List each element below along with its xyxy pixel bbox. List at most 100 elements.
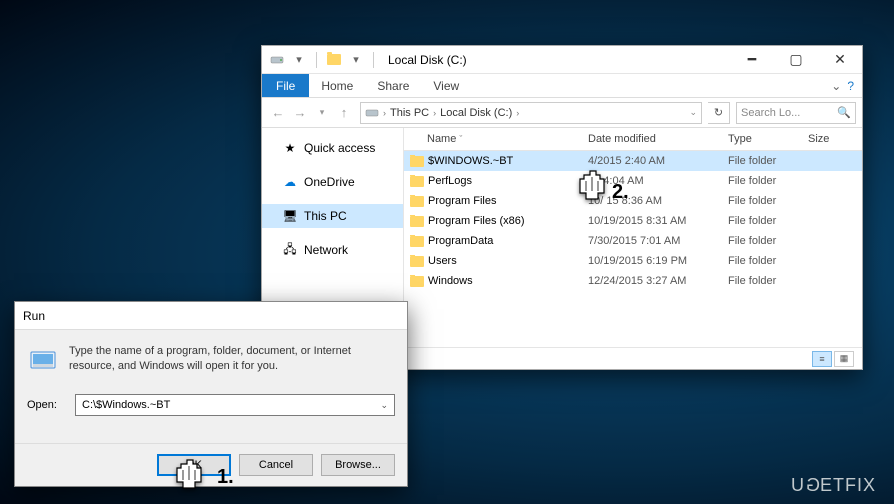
tab-view[interactable]: View bbox=[421, 74, 471, 97]
file-date: 10/19/2015 8:31 AM bbox=[582, 215, 722, 227]
details-view-button[interactable]: ≡ bbox=[812, 351, 832, 367]
properties-icon[interactable]: ▾ bbox=[290, 51, 308, 69]
run-body: Type the name of a program, folder, docu… bbox=[15, 330, 407, 443]
open-input-value: C:\$Windows.~BT bbox=[82, 399, 170, 411]
close-button[interactable]: ✕ bbox=[818, 46, 862, 74]
icons-view-button[interactable]: ▦ bbox=[834, 351, 854, 367]
search-input[interactable]: Search Lo...🔍 bbox=[736, 102, 856, 124]
back-button[interactable]: ← bbox=[268, 103, 288, 123]
breadcrumb-segment[interactable]: Local Disk (C:) bbox=[440, 107, 512, 119]
divider bbox=[373, 52, 374, 68]
breadcrumb-segment[interactable]: This PC bbox=[390, 107, 429, 119]
history-dropdown[interactable]: ▾ bbox=[312, 103, 332, 123]
file-rows: $WINDOWS.~BT 4/2015 2:40 AM File folder … bbox=[404, 151, 862, 291]
folder-icon bbox=[410, 256, 424, 267]
run-description: Type the name of a program, folder, docu… bbox=[69, 344, 395, 374]
folder-icon bbox=[410, 216, 424, 227]
dropdown-icon[interactable]: ⌄ bbox=[380, 400, 388, 411]
table-row[interactable]: Users 10/19/2015 6:19 PM File folder bbox=[404, 251, 862, 271]
minimize-button[interactable]: ━ bbox=[730, 46, 774, 74]
column-headers: Nameˇ Date modified Type Size bbox=[404, 128, 862, 151]
column-name[interactable]: Nameˇ bbox=[404, 131, 582, 147]
sidebar-item-onedrive[interactable]: ☁OneDrive bbox=[262, 170, 403, 194]
run-title-label: Run bbox=[23, 309, 45, 323]
cloud-icon: ☁ bbox=[282, 174, 298, 190]
open-label: Open: bbox=[27, 399, 67, 411]
address-dropdown[interactable]: ⌄ bbox=[689, 107, 697, 118]
maximize-button[interactable]: ▢ bbox=[774, 46, 818, 74]
titlebar: ▾ ▾ Local Disk (C:) ━ ▢ ✕ bbox=[262, 46, 862, 74]
table-row[interactable]: ProgramData 7/30/2015 7:01 AM File folde… bbox=[404, 231, 862, 251]
address-bar[interactable]: › This PC › Local Disk (C:) › ⌄ bbox=[360, 102, 702, 124]
sidebar-item-quick-access[interactable]: ★Quick access bbox=[262, 136, 403, 160]
refresh-button[interactable]: ↻ bbox=[708, 102, 730, 124]
nav-arrows: ← → ▾ ↑ bbox=[268, 103, 354, 123]
file-date: 4/2015 2:40 AM bbox=[582, 155, 722, 167]
column-type[interactable]: Type bbox=[722, 131, 802, 147]
file-list: Nameˇ Date modified Type Size $WINDOWS.~… bbox=[404, 128, 862, 347]
sidebar-label: This PC bbox=[304, 209, 347, 223]
file-name: Program Files (x86) bbox=[428, 215, 525, 227]
forward-button[interactable]: → bbox=[290, 103, 310, 123]
ok-button[interactable]: OK bbox=[157, 454, 231, 476]
table-row[interactable]: Windows 12/24/2015 3:27 AM File folder bbox=[404, 271, 862, 291]
table-row[interactable]: PerfLogs 15 4:04 AM File folder bbox=[404, 171, 862, 191]
up-button[interactable]: ↑ bbox=[334, 103, 354, 123]
ribbon-tabs: File Home Share View ⌄? bbox=[262, 74, 862, 98]
chevron-icon: ⌄ bbox=[831, 79, 841, 93]
tab-home[interactable]: Home bbox=[309, 74, 365, 97]
quick-access-toolbar: ▾ ▾ bbox=[268, 51, 378, 69]
drive-icon bbox=[268, 51, 286, 69]
divider bbox=[316, 52, 317, 68]
file-type: File folder bbox=[722, 235, 802, 247]
file-name: $WINDOWS.~BT bbox=[428, 155, 513, 167]
folder-icon bbox=[410, 196, 424, 207]
sidebar-item-network[interactable]: 🖧 Network bbox=[262, 238, 403, 262]
file-name: PerfLogs bbox=[428, 175, 472, 187]
column-size[interactable]: Size bbox=[802, 131, 862, 147]
run-button-row: OK Cancel Browse... bbox=[15, 443, 407, 486]
sidebar-label: Network bbox=[304, 243, 348, 257]
cancel-button[interactable]: Cancel bbox=[239, 454, 313, 476]
file-name: Windows bbox=[428, 275, 473, 287]
file-date: 12/24/2015 3:27 AM bbox=[582, 275, 722, 287]
table-row[interactable]: Program Files (x86) 10/19/2015 8:31 AM F… bbox=[404, 211, 862, 231]
file-date: 10/19/2015 6:19 PM bbox=[582, 255, 722, 267]
help-icon[interactable]: ? bbox=[847, 79, 854, 93]
dropdown-icon[interactable]: ▾ bbox=[347, 51, 365, 69]
run-input-row: Open: C:\$Windows.~BT ⌄ bbox=[27, 394, 395, 416]
open-input[interactable]: C:\$Windows.~BT ⌄ bbox=[75, 394, 395, 416]
file-type: File folder bbox=[722, 215, 802, 227]
file-date: 15 4:04 AM bbox=[582, 175, 722, 187]
star-icon: ★ bbox=[282, 140, 298, 156]
browse-button[interactable]: Browse... bbox=[321, 454, 395, 476]
network-icon: 🖧 bbox=[282, 242, 298, 258]
column-date[interactable]: Date modified bbox=[582, 131, 722, 147]
file-name: Program Files bbox=[428, 195, 496, 207]
file-date: 10/ 15 8:36 AM bbox=[582, 195, 722, 207]
folder-icon bbox=[410, 156, 424, 167]
drive-icon bbox=[365, 106, 379, 120]
table-row[interactable]: Program Files 10/ 15 8:36 AM File folder bbox=[404, 191, 862, 211]
chevron-right-icon: › bbox=[433, 108, 436, 118]
window-controls: ━ ▢ ✕ bbox=[730, 46, 862, 74]
watermark: UGETFIX bbox=[791, 475, 876, 496]
file-name: Users bbox=[428, 255, 457, 267]
view-buttons: ≡ ▦ bbox=[812, 351, 854, 367]
run-titlebar: Run bbox=[15, 302, 407, 330]
navigation-bar: ← → ▾ ↑ › This PC › Local Disk (C:) › ⌄ … bbox=[262, 98, 862, 128]
tab-share[interactable]: Share bbox=[365, 74, 421, 97]
run-dialog: Run Type the name of a program, folder, … bbox=[14, 301, 408, 487]
tab-file[interactable]: File bbox=[262, 74, 309, 97]
ribbon-collapse[interactable]: ⌄? bbox=[831, 74, 862, 97]
table-row[interactable]: $WINDOWS.~BT 4/2015 2:40 AM File folder bbox=[404, 151, 862, 171]
run-description-row: Type the name of a program, folder, docu… bbox=[27, 344, 395, 376]
sidebar-item-this-pc[interactable]: 🖥 This PC bbox=[262, 204, 403, 228]
window-title: Local Disk (C:) bbox=[388, 53, 467, 67]
pc-icon: 🖥 bbox=[282, 208, 298, 224]
folder-icon bbox=[410, 236, 424, 247]
folder-icon bbox=[410, 276, 424, 287]
file-type: File folder bbox=[722, 255, 802, 267]
file-type: File folder bbox=[722, 175, 802, 187]
chevron-right-icon: › bbox=[383, 108, 386, 118]
